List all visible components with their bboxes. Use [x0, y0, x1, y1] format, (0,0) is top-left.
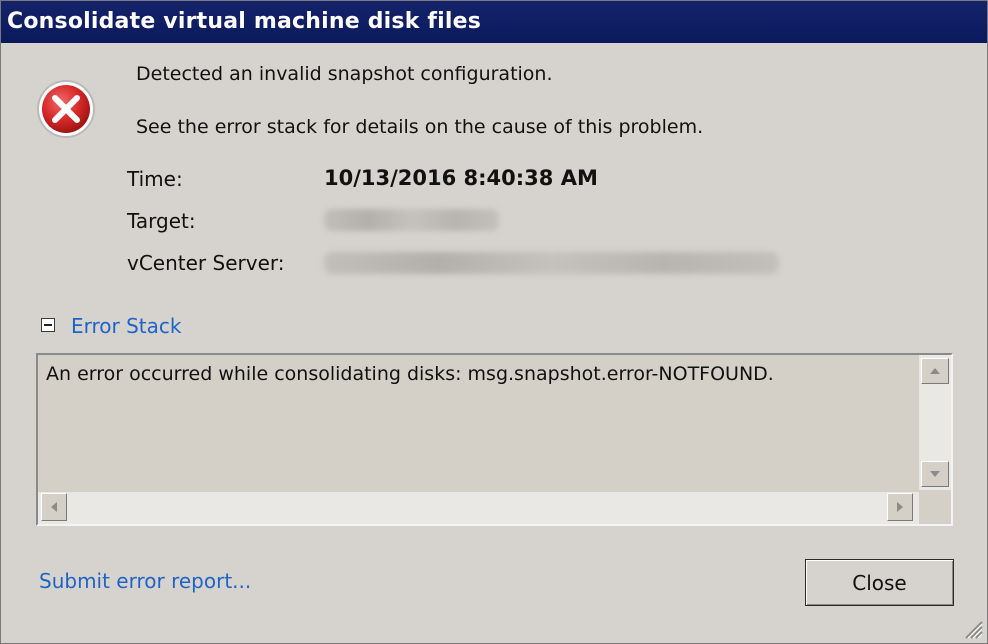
- vcenter-server-value-redacted: [324, 252, 779, 274]
- submit-error-report-link[interactable]: Submit error report...: [39, 569, 251, 593]
- target-label: Target:: [127, 209, 196, 233]
- target-value-redacted: [324, 209, 499, 231]
- error-stack-toggle[interactable]: Error Stack: [71, 314, 181, 338]
- error-dialog: Consolidate virtual machine disk files D…: [0, 0, 988, 644]
- arrow-up-icon: [930, 368, 940, 374]
- vcenter-server-label: vCenter Server:: [127, 251, 285, 275]
- arrow-left-icon: [51, 502, 57, 512]
- error-stack-textbox[interactable]: An error occurred while consolidating di…: [36, 353, 953, 526]
- time-value: 10/13/2016 8:40:38 AM: [324, 166, 598, 190]
- scrollbar-corner: [919, 492, 951, 524]
- horizontal-scrollbar[interactable]: [38, 492, 919, 524]
- time-label: Time:: [127, 167, 183, 191]
- error-icon: [37, 80, 95, 138]
- close-button[interactable]: Close: [805, 559, 954, 606]
- error-message: Detected an invalid snapshot configurati…: [136, 63, 553, 85]
- scroll-down-button[interactable]: [921, 461, 949, 487]
- scroll-up-button[interactable]: [921, 358, 949, 384]
- dialog-title: Consolidate virtual machine disk files: [1, 1, 987, 43]
- resize-grip-icon[interactable]: [961, 617, 983, 639]
- scroll-right-button[interactable]: [887, 493, 913, 521]
- arrow-down-icon: [930, 471, 940, 477]
- error-stack-text: An error occurred while consolidating di…: [46, 363, 774, 385]
- error-hint: See the error stack for details on the c…: [136, 116, 704, 138]
- collapse-minus-icon[interactable]: [41, 318, 55, 332]
- arrow-right-icon: [897, 502, 903, 512]
- scroll-left-button[interactable]: [41, 493, 67, 521]
- vertical-scrollbar[interactable]: [919, 355, 951, 490]
